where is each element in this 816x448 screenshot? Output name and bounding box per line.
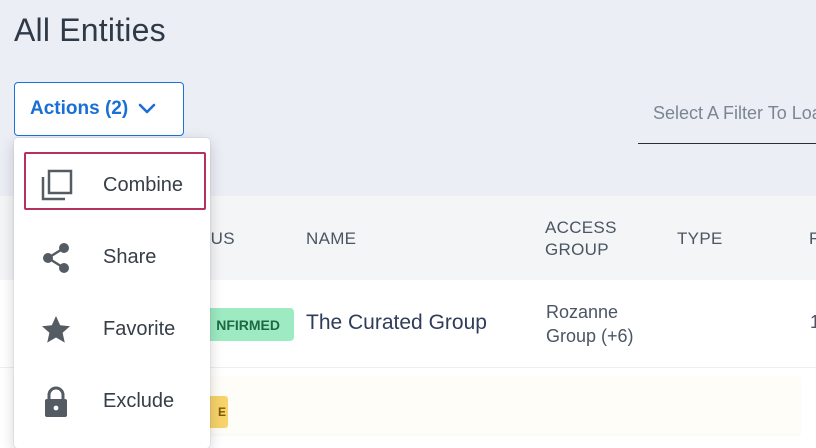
menu-item-combine[interactable]: Combine [14,150,210,222]
filter-select[interactable]: Select A Filter To Load [638,86,816,144]
menu-item-share[interactable]: Share [14,222,210,294]
status-badge-text: E [217,405,226,419]
menu-item-favorite[interactable]: Favorite [14,294,210,366]
access-group-line1: Rozanne [546,302,619,322]
star-icon [38,312,74,348]
menu-item-label: Exclude [103,390,175,412]
access-group-cell: Rozanne Group (+6) [546,300,634,348]
page-title: All Entities [14,12,166,48]
r-cell: 1 [810,312,816,332]
header-r[interactable]: R [809,228,816,250]
actions-menu: Combine Share Favorite Exclude [14,138,210,448]
share-icon [38,240,74,276]
actions-dropdown-button[interactable]: Actions (2) [14,82,184,136]
chevron-down-icon [138,103,156,115]
menu-item-exclude[interactable]: Exclude [14,366,210,438]
menu-item-label: Favorite [103,318,176,340]
combine-icon [38,168,74,204]
header-name[interactable]: NAME [306,228,356,250]
lock-icon [38,384,74,420]
menu-item-label: Share [103,246,157,268]
entity-name-link[interactable]: The Curated Group [306,311,487,335]
filter-placeholder: Select A Filter To Load [653,103,816,123]
header-type[interactable]: TYPE [677,228,723,250]
header-access-line1: ACCESS [545,218,617,237]
menu-item-label: Combine [103,174,184,196]
actions-label: Actions (2) [30,98,129,119]
access-group-line2: Group (+6) [546,326,634,346]
header-access-group[interactable]: ACCESS GROUP [545,217,617,261]
header-access-line2: GROUP [545,240,609,259]
